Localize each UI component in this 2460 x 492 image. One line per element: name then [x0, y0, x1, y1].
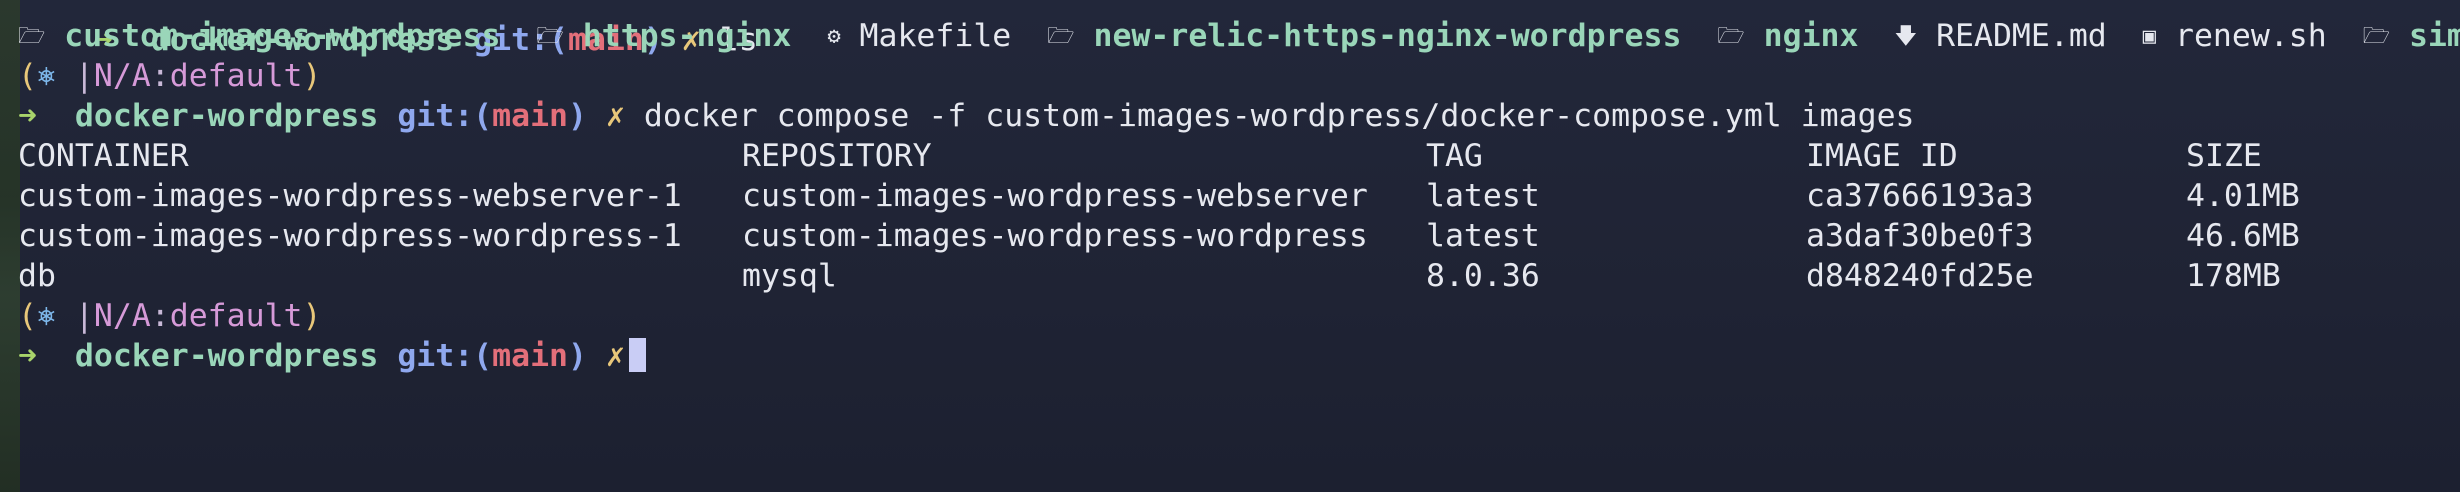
ls-item: 🗁 custom-images-wordpress — [18, 18, 500, 54]
gear-icon: ⚙ — [827, 24, 841, 49]
helm-icon: ⎈ — [36, 298, 56, 334]
folder-icon: 🗁 — [2362, 24, 2390, 49]
cell-tag: latest — [1426, 218, 1540, 254]
folder-icon: 🗁 — [1047, 24, 1075, 49]
k8s-colon: : — [150, 298, 170, 334]
table-row: custom-images-wordpress-wordpress-1 cust… — [18, 216, 2300, 256]
k8s-context-line: (⎈ |N/A:default) — [18, 296, 321, 336]
git-dirty-icon: ✗ — [605, 98, 625, 134]
ls-entry-name: custom-images-wordpress — [64, 18, 501, 54]
ls-item: 🗁 nginx — [1717, 18, 1858, 54]
cell-image-id: d848240fd25e — [1806, 258, 2034, 294]
header-repository: REPOSITORY — [742, 138, 932, 174]
cell-repository: mysql — [742, 258, 837, 294]
download-arrow-icon: 🡇 — [1894, 24, 1918, 49]
cell-repository: custom-images-wordpress-webserver — [742, 178, 1368, 214]
cell-container: custom-images-wordpress-webserver-1 — [18, 178, 682, 214]
command-prompt-line: ➜ docker-wordpress git:(main) ✗ docker c… — [18, 96, 1915, 136]
prompt-arrow-icon: ➜ — [18, 98, 37, 134]
ls-item: 🗁 simp — [2363, 18, 2460, 54]
header-size: SIZE — [2186, 138, 2262, 174]
prompt-arrow-icon: ➜ — [18, 338, 37, 374]
text-cursor[interactable] — [628, 338, 646, 372]
table-row: db mysql 8.0.36 d848240fd25e 178MB — [18, 256, 2281, 296]
table-header: CONTAINER REPOSITORY TAG IMAGE ID SIZE — [18, 136, 2262, 176]
header-tag: TAG — [1426, 138, 1483, 174]
cell-size: 46.6MB — [2186, 218, 2300, 254]
git-label: git:( — [397, 338, 493, 374]
git-branch: main — [492, 98, 568, 134]
command-text: docker compose -f custom-images-wordpres… — [643, 98, 1915, 134]
k8s-close-paren: ) — [302, 58, 322, 94]
ls-entry-name: simp — [2408, 18, 2460, 54]
ls-entry-name: https-nginx — [582, 18, 792, 54]
k8s-namespace: default — [169, 58, 303, 94]
ls-entry-name: Makefile — [859, 18, 1012, 54]
ls-entry-name: new-relic-https-nginx-wordpress — [1093, 18, 1682, 54]
cell-tag: latest — [1426, 178, 1540, 214]
ls-item: 🗁 https-nginx — [536, 18, 791, 54]
ls-entry-name: README.md — [1936, 18, 2107, 54]
git-dirty-icon: ✗ — [605, 338, 625, 374]
ls-item: ▣ renew.sh — [2143, 18, 2327, 54]
script-icon: ▣ — [2142, 24, 2157, 49]
table-row: custom-images-wordpress-webserver-1 cust… — [18, 176, 2300, 216]
k8s-open-paren: ( — [18, 298, 37, 334]
terminal-window[interactable]: ➜ docker-wordpress git:(main) ✗ ls 🗁 cus… — [0, 0, 2460, 492]
k8s-separator: | — [55, 298, 94, 334]
ls-item: 🗁 new-relic-https-nginx-wordpress — [1047, 18, 1681, 54]
ls-entry-name: nginx — [1763, 18, 1859, 54]
cell-image-id: ca37666193a3 — [1806, 178, 2034, 214]
ls-output-line: 🗁 custom-images-wordpress 🗁 https-nginx ⚙ … — [18, 16, 2460, 56]
k8s-colon: : — [150, 58, 170, 94]
cell-tag: 8.0.36 — [1426, 258, 1540, 294]
k8s-close-paren: ) — [302, 298, 322, 334]
folder-icon: 🗁 — [536, 24, 564, 49]
cell-container: custom-images-wordpress-wordpress-1 — [18, 218, 682, 254]
cell-size: 178MB — [2186, 258, 2281, 294]
prompt-directory: docker-wordpress — [74, 338, 379, 374]
git-branch: main — [492, 338, 568, 374]
cell-image-id: a3daf30be0f3 — [1806, 218, 2034, 254]
cell-size: 4.01MB — [2186, 178, 2300, 214]
helm-icon: ⎈ — [36, 58, 56, 94]
k8s-open-paren: ( — [18, 58, 37, 94]
cell-container: db — [18, 258, 56, 294]
ls-item: ⚙ Makefile — [827, 18, 1011, 54]
cell-repository: custom-images-wordpress-wordpress — [742, 218, 1368, 254]
background-foliage — [0, 0, 20, 492]
header-image-id: IMAGE ID — [1806, 138, 1958, 174]
k8s-namespace: default — [169, 298, 303, 334]
git-label: git:( — [397, 98, 493, 134]
k8s-cluster: N/A — [93, 58, 151, 94]
header-container: CONTAINER — [18, 138, 189, 174]
git-label-close: ) — [568, 338, 587, 374]
current-prompt-line[interactable]: ➜ docker-wordpress git:(main) ✗ — [18, 336, 646, 376]
folder-icon: 🗁 — [1717, 24, 1745, 49]
k8s-separator: | — [55, 58, 94, 94]
git-label-close: ) — [568, 98, 587, 134]
k8s-cluster: N/A — [93, 298, 151, 334]
prompt-directory: docker-wordpress — [74, 98, 379, 134]
folder-icon: 🗁 — [18, 24, 46, 49]
ls-item: 🡇 README.md — [1894, 18, 2106, 54]
ls-entry-name: renew.sh — [2174, 18, 2327, 54]
k8s-context-line: (⎈ |N/A:default) — [18, 56, 321, 96]
